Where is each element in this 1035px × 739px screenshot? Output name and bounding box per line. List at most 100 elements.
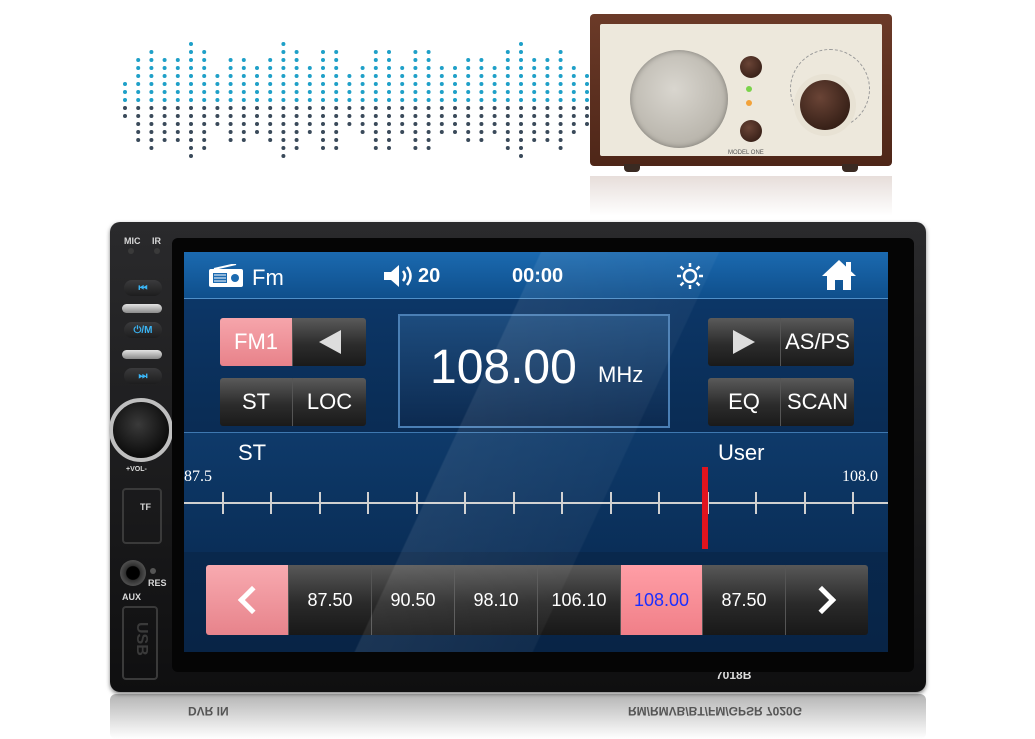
scale-tick bbox=[512, 504, 515, 514]
prev-track-button[interactable]: ⏮ bbox=[124, 280, 162, 296]
band-button[interactable]: FM1 bbox=[220, 318, 293, 366]
wave-dot bbox=[321, 138, 325, 142]
wave-dot bbox=[492, 106, 497, 110]
wave-dot bbox=[136, 98, 141, 102]
preset-button[interactable]: 98.10 bbox=[455, 565, 538, 635]
wave-dot bbox=[505, 98, 510, 102]
preset-button[interactable]: 90.50 bbox=[372, 565, 455, 635]
tf-card-slot[interactable] bbox=[122, 488, 162, 544]
radio-icon[interactable] bbox=[208, 264, 244, 288]
status-bar: Fm 20 00:00 bbox=[184, 252, 888, 299]
wave-dot bbox=[413, 138, 418, 142]
wave-dot bbox=[347, 74, 352, 78]
wave-dot bbox=[439, 74, 444, 78]
frequency-unit: MHz bbox=[598, 362, 644, 387]
wave-dot bbox=[215, 74, 220, 78]
mode-label: Fm bbox=[252, 265, 284, 290]
wave-dot bbox=[281, 154, 286, 158]
wave-dot bbox=[347, 106, 352, 110]
side-divider bbox=[122, 304, 162, 313]
wave-dot bbox=[307, 122, 312, 126]
wave-dot bbox=[387, 82, 391, 86]
wave-dot bbox=[321, 74, 325, 78]
wave-dot bbox=[294, 146, 299, 150]
stereo-button[interactable]: ST bbox=[220, 378, 293, 426]
wave-dot bbox=[123, 98, 127, 102]
wave-dot bbox=[558, 106, 563, 110]
reset-hole[interactable] bbox=[150, 568, 156, 574]
wave-dot bbox=[215, 114, 220, 118]
seek-back-button[interactable] bbox=[293, 318, 366, 366]
scale-tick bbox=[658, 504, 661, 514]
volume-knob[interactable] bbox=[109, 398, 173, 462]
home-icon[interactable] bbox=[820, 258, 858, 292]
wave-dot bbox=[466, 66, 471, 70]
wave-dot bbox=[162, 114, 167, 118]
wave-dot bbox=[373, 58, 378, 62]
preset-button[interactable]: 87.50 bbox=[703, 565, 786, 635]
wave-dot bbox=[585, 114, 589, 118]
loc-button[interactable]: LOC bbox=[293, 378, 366, 426]
eq-button[interactable]: EQ bbox=[708, 378, 781, 426]
wave-dot bbox=[307, 98, 312, 102]
wave-dot bbox=[189, 82, 193, 86]
wave-dot bbox=[255, 122, 259, 126]
wave-dot bbox=[400, 82, 405, 86]
preset-button[interactable]: 87.50 bbox=[289, 565, 372, 635]
wave-dot bbox=[294, 90, 299, 94]
wave-dot bbox=[149, 138, 154, 142]
wave-dot bbox=[360, 98, 365, 102]
wave-dot bbox=[149, 50, 154, 54]
wave-dot bbox=[228, 58, 233, 62]
radio-led bbox=[746, 100, 752, 106]
wave-dot bbox=[268, 98, 273, 102]
speaker-icon[interactable] bbox=[382, 264, 416, 288]
aux-jack[interactable] bbox=[120, 560, 146, 586]
wave-dot bbox=[453, 90, 457, 94]
wave-dot bbox=[558, 50, 563, 54]
preset-button[interactable]: 106.10 bbox=[538, 565, 621, 635]
preset-prev-button[interactable] bbox=[206, 565, 289, 635]
wave-dot bbox=[281, 90, 286, 94]
brightness-icon[interactable] bbox=[676, 262, 704, 290]
wave-dot bbox=[334, 74, 339, 78]
seek-back-icon bbox=[318, 330, 341, 354]
wave-dot bbox=[466, 82, 471, 86]
scan-button[interactable]: SCAN bbox=[781, 378, 854, 426]
wave-dot bbox=[307, 66, 312, 70]
wave-dot bbox=[545, 122, 550, 126]
clock: 00:00 bbox=[512, 265, 564, 287]
wave-dot bbox=[360, 106, 365, 110]
tuner-scale[interactable] bbox=[184, 432, 888, 552]
asps-button[interactable]: AS/PS bbox=[781, 318, 854, 366]
preset-bar: 87.50 90.50 98.10 106.10 108.00 87.50 bbox=[206, 565, 868, 635]
scale-tick bbox=[415, 504, 418, 514]
wave-dot bbox=[175, 138, 180, 142]
wave-dot bbox=[334, 98, 339, 102]
wave-dot bbox=[545, 106, 550, 110]
tuning-needle[interactable] bbox=[702, 467, 708, 549]
wave-dot bbox=[373, 130, 378, 134]
seek-forward-button[interactable] bbox=[708, 318, 781, 366]
wave-dot bbox=[136, 130, 141, 134]
wave-dot bbox=[439, 82, 444, 86]
wave-dot bbox=[466, 98, 471, 102]
scale-tick bbox=[270, 504, 273, 514]
wave-dot bbox=[426, 106, 431, 110]
aux-label: AUX bbox=[122, 592, 142, 602]
wave-dot bbox=[189, 90, 193, 94]
wave-dot bbox=[466, 74, 471, 78]
wave-dot bbox=[439, 90, 444, 94]
wave-dot bbox=[281, 130, 286, 134]
wave-dot bbox=[228, 106, 233, 110]
wave-dot bbox=[136, 122, 141, 126]
next-track-button[interactable]: ⏭ bbox=[124, 368, 162, 384]
scale-tick bbox=[464, 504, 467, 514]
wave-dot bbox=[545, 74, 550, 78]
preset-next-button[interactable] bbox=[786, 565, 868, 635]
scale-tick bbox=[512, 492, 515, 502]
power-mode-button[interactable]: ⏻/M bbox=[124, 322, 162, 338]
preset-button[interactable]: 108.00 bbox=[621, 565, 703, 635]
wave-dot bbox=[360, 114, 365, 118]
wave-dot bbox=[571, 82, 576, 86]
